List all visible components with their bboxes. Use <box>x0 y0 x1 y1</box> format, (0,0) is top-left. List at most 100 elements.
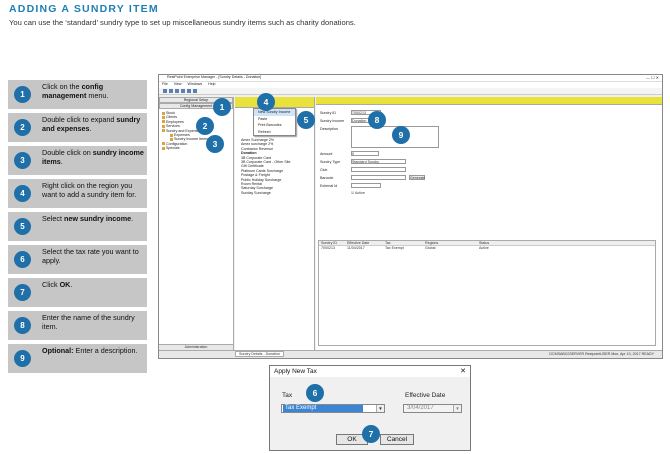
step-text: Enter the name of the sundry item. <box>42 313 135 331</box>
callout-5: 5 <box>297 111 315 129</box>
grid-column-header[interactable]: Status <box>479 241 489 245</box>
chevron-down-icon[interactable]: ▼ <box>453 405 461 412</box>
menu-help[interactable]: Help <box>208 82 215 86</box>
menu-windows[interactable]: Windows <box>188 82 203 86</box>
toolbar-icon[interactable] <box>175 89 179 93</box>
toolbar-icon[interactable] <box>163 89 167 93</box>
status-info: DCMSABC0SERVER RestpointUSER Mon, Apr 10… <box>549 352 654 356</box>
cancel-button[interactable]: Cancel <box>380 434 414 445</box>
step-item: 4 Right click on the region you want to a… <box>8 179 147 208</box>
active-checkbox[interactable]: ☑ Active <box>351 191 365 195</box>
dialog-title: Apply New Tax ✕ <box>270 366 470 377</box>
menu-item-refresh[interactable]: Refresh <box>254 129 295 136</box>
callout-9: 9 <box>392 126 410 144</box>
folder-icon <box>162 142 165 146</box>
form-label: Amount <box>320 151 333 156</box>
toolbar <box>159 88 662 95</box>
toolbar-icon[interactable] <box>193 89 197 93</box>
grid-cell: Active <box>479 246 489 250</box>
callout-6: 6 <box>306 384 324 402</box>
sundry-type-select[interactable]: Standard Sundry <box>351 159 406 164</box>
step-number-badge: 6 <box>14 251 31 268</box>
menu-file[interactable]: File <box>162 82 168 86</box>
callout-1: 1 <box>213 98 231 116</box>
list-item[interactable]: Sunday Surcharge <box>241 191 311 195</box>
step-text: Double click to expand sundry and expens… <box>42 115 141 133</box>
step-number-badge: 7 <box>14 284 31 301</box>
effective-date-label: Effective Date <box>405 392 446 399</box>
step-item: 9 Optional: Enter a description. <box>8 344 147 373</box>
window-controls[interactable]: — ☐ ✕ <box>646 75 659 80</box>
step-number-badge: 9 <box>14 350 31 367</box>
grid-column-header[interactable]: Sundry ID <box>321 241 337 245</box>
step-text: Select new sundry income. <box>42 214 134 223</box>
step-item: 6 Select the tax rate you want to apply. <box>8 245 147 274</box>
grid-column-header[interactable]: Tax <box>385 241 391 245</box>
toolbar-icon[interactable] <box>181 89 185 93</box>
toolbar-icon[interactable] <box>169 89 173 93</box>
toolbar-icon[interactable] <box>187 89 191 93</box>
table-row[interactable]: 7000213 11/04/2017 Tax Exempt Global Active <box>319 246 655 251</box>
folder-icon <box>170 137 173 141</box>
form-label: Sundry ID <box>320 111 336 115</box>
step-item: 1 Click on the config management menu. <box>8 80 147 109</box>
menu-view[interactable]: View <box>174 82 182 86</box>
amount-field[interactable]: 0 <box>351 151 379 156</box>
grid-cell: 7000213 <box>321 246 335 250</box>
step-text: Click on the config management menu. <box>42 82 109 100</box>
folder-icon <box>162 124 165 128</box>
barcode-field[interactable] <box>351 175 406 180</box>
effective-date-value: 3/04/2017 <box>407 405 434 411</box>
step-number-badge: 2 <box>14 119 31 136</box>
grid-cell: Global <box>425 246 436 250</box>
form-label: Sundry Type <box>320 159 341 164</box>
intro-text: You can use the ‘standard’ sundry type t… <box>9 18 356 27</box>
callout-3: 3 <box>206 135 224 153</box>
external-id-field[interactable] <box>351 183 381 188</box>
step-list: 1 Click on the config management menu. 2 Do… <box>8 80 147 377</box>
step-number-badge: 1 <box>14 86 31 103</box>
step-item: 8 Enter the name of the sundry item. <box>8 311 147 340</box>
menu-item-new-sundry-income[interactable]: New Sundry Income <box>254 109 295 116</box>
folder-icon <box>162 120 165 124</box>
navigation-pane: Regional Setup Config Management Stock Cl… <box>159 97 234 350</box>
callout-7: 7 <box>362 425 380 443</box>
tax-value: Tax Exempt <box>283 405 363 412</box>
step-number-badge: 3 <box>14 152 31 169</box>
window-title: RestPoint Enterprise Manager - [Sundry D… <box>159 75 662 82</box>
context-menu: New Sundry Income Paste Print Barcodes R… <box>253 108 296 136</box>
step-text: Double click on sundry income items. <box>42 148 144 166</box>
step-number-badge: 5 <box>14 218 31 235</box>
tax-grid: Sundry ID Effective Date Tax Regions Status … <box>318 240 656 346</box>
step-item: 3 Double click on sundry income items. <box>8 146 147 175</box>
tax-select[interactable]: Tax Exempt ▼ <box>281 404 385 413</box>
folder-icon <box>170 133 173 137</box>
callout-8: 8 <box>368 111 386 129</box>
grid-column-header[interactable]: Effective Date <box>347 241 369 245</box>
club-select[interactable] <box>351 167 406 172</box>
step-number-badge: 4 <box>14 185 31 202</box>
grid-column-header[interactable]: Regions <box>425 241 438 245</box>
step-number-badge: 8 <box>14 317 31 334</box>
step-item: 2 Double click to expand sundry and expen… <box>8 113 147 142</box>
step-item: 7 Click OK. <box>8 278 147 307</box>
details-header <box>316 97 662 105</box>
folder-icon <box>162 115 165 119</box>
details-form-labels: Sundry ID Sundry Income Description Amount S… <box>320 109 344 191</box>
folder-icon <box>162 129 165 133</box>
form-label: External Id <box>320 184 338 189</box>
callout-2: 2 <box>196 117 214 135</box>
status-bar: Sundry Details - Donation DCMSABC0SERVER… <box>159 350 662 358</box>
form-label: Sundry Income <box>320 119 345 124</box>
form-label: Description <box>320 127 338 132</box>
tab-sundry-details[interactable]: Sundry Details - Donation <box>235 351 284 357</box>
grid-cell: 11/04/2017 <box>347 246 365 250</box>
generate-button[interactable]: Generate <box>409 175 425 180</box>
form-label: Barcode <box>320 176 334 181</box>
close-icon[interactable]: ✕ <box>460 366 466 377</box>
folder-icon <box>162 146 165 150</box>
effective-date-picker[interactable]: 3/04/2017 ▼ <box>403 404 462 413</box>
folder-icon <box>162 111 165 115</box>
chevron-down-icon[interactable]: ▼ <box>376 405 384 412</box>
step-text: Select the tax rate you want to apply. <box>42 247 139 265</box>
